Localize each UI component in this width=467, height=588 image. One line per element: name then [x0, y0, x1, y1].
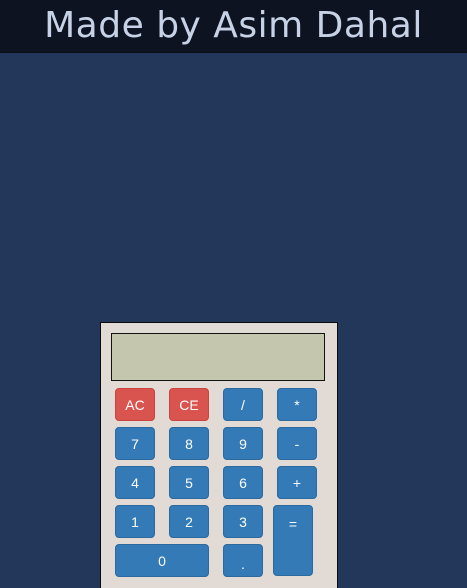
digit-1-button[interactable]: 1: [115, 505, 155, 538]
digit-9-button[interactable]: 9: [223, 427, 263, 460]
all-clear-button[interactable]: AC: [115, 388, 155, 421]
digit-6-button[interactable]: 6: [223, 466, 263, 499]
calculator: AC CE / * 7 8 9 - 4 5 6 + 1 2 3 = 0 .: [100, 322, 338, 588]
subtract-button[interactable]: -: [277, 427, 317, 460]
calculator-display: [111, 333, 325, 381]
digit-8-button[interactable]: 8: [169, 427, 209, 460]
digit-2-button[interactable]: 2: [169, 505, 209, 538]
digit-4-button[interactable]: 4: [115, 466, 155, 499]
digit-5-button[interactable]: 5: [169, 466, 209, 499]
page-title: Made by Asim Dahal: [44, 4, 423, 46]
digit-3-button[interactable]: 3: [223, 505, 263, 538]
decimal-button[interactable]: .: [223, 544, 263, 577]
page-header: Made by Asim Dahal: [0, 0, 467, 53]
divide-button[interactable]: /: [223, 388, 263, 421]
digit-7-button[interactable]: 7: [115, 427, 155, 460]
clear-entry-button[interactable]: CE: [169, 388, 209, 421]
equals-button[interactable]: =: [273, 505, 313, 576]
multiply-button[interactable]: *: [277, 388, 317, 421]
add-button[interactable]: +: [277, 466, 317, 499]
digit-0-button[interactable]: 0: [115, 544, 209, 577]
